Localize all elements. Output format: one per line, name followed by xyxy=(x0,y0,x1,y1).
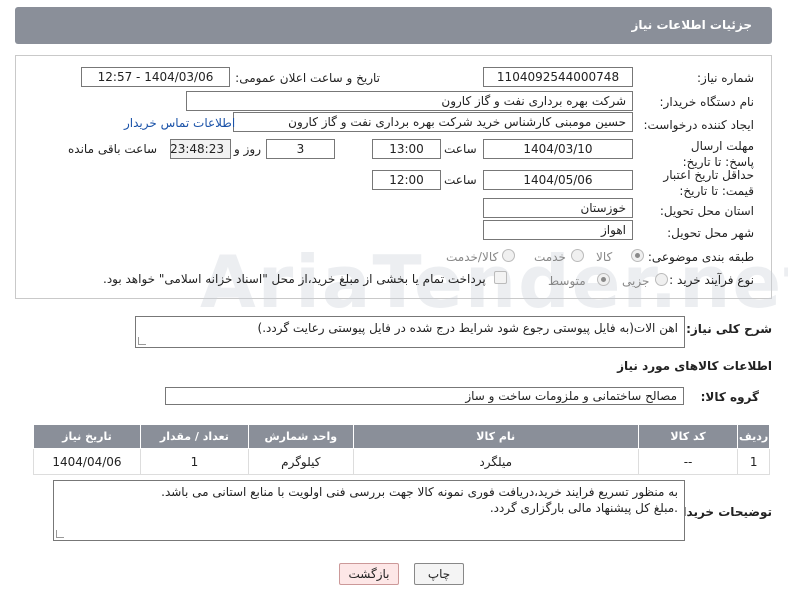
table-row: 1 -- میلگرد کیلوگرم 1 1404/04/06 xyxy=(33,448,770,475)
cell-need-date: 1404/04/06 xyxy=(33,448,141,475)
deadline-time-field: 13:00 xyxy=(372,139,441,159)
page-header: جزئیات اطلاعات نیاز xyxy=(15,7,772,44)
deadline-date-field: 1404/03/10 xyxy=(483,139,633,159)
city-field: اهواز xyxy=(483,220,633,240)
creator-label: ایجاد کننده درخواست: xyxy=(643,118,754,132)
remaining-time-field: 23:48:23 xyxy=(170,139,231,159)
column-header: نام کالا xyxy=(352,424,639,449)
price-validity-label: حداقل تاریخ اعتبار قیمت: تا تاریخ: xyxy=(663,168,754,198)
cell-quantity: 1 xyxy=(139,448,249,475)
process-radio-medium[interactable] xyxy=(597,273,610,286)
column-header: ردیف xyxy=(737,424,770,449)
goods-group-label: گروه کالا: xyxy=(700,390,759,404)
need-number-label: شماره نیاز: xyxy=(697,71,754,85)
announce-label: تاریخ و ساعت اعلان عمومی: xyxy=(235,71,380,85)
announce-field: 1404/03/06 - 12:57 xyxy=(81,67,230,87)
description-label: شرح کلی نیاز: xyxy=(686,322,772,336)
goods-group-field: مصالح ساختمانی و ملزومات ساخت و ساز xyxy=(165,387,684,405)
process-option-minor: جزیی xyxy=(622,274,650,288)
deadline-time-label: ساعت xyxy=(444,142,477,156)
buyer-notes-label: توضیحات خریدار: xyxy=(670,505,772,519)
goods-table-header: ردیف کد کالا نام کالا واحد شمارش تعداد /… xyxy=(33,424,770,449)
price-validity-time-field: 12:00 xyxy=(372,170,441,190)
remaining-label: ساعت باقی مانده xyxy=(68,142,158,156)
city-label: شهر محل تحویل: xyxy=(667,226,754,240)
buyer-org-label: نام دستگاه خریدار: xyxy=(659,95,755,109)
creator-field: حسین مومبنی کارشناس خرید شرکت بهره بردار… xyxy=(233,112,633,132)
process-radio-minor[interactable] xyxy=(655,273,668,286)
column-header: تعداد / مقدار xyxy=(139,424,249,449)
column-header: کد کالا xyxy=(637,424,739,449)
contact-info-link[interactable]: اطلاعات تماس خریدار xyxy=(124,116,235,130)
category-option-service: خدمت xyxy=(534,250,566,264)
need-number-field: 1104092544000748 xyxy=(483,67,633,87)
column-header: واحد شمارش xyxy=(247,424,354,449)
treasury-checkbox[interactable] xyxy=(494,271,507,284)
page-title: جزئیات اطلاعات نیاز xyxy=(631,18,752,32)
category-option-goods-service: کالا/خدمت xyxy=(446,250,499,264)
back-button[interactable]: بازگشت xyxy=(339,563,399,585)
print-button[interactable]: چاپ xyxy=(414,563,464,585)
deadline-label: مهلت ارسال پاسخ: تا تاریخ: xyxy=(682,139,754,169)
cell-unit: کیلوگرم xyxy=(247,448,354,475)
buyer-notes-line1: به منظور تسریع فرایند خرید،دریافت فوری ن… xyxy=(161,485,678,499)
description-text: اهن الات(به فایل پیوستی رجوع شود شرایط د… xyxy=(257,321,678,335)
payment-note: پرداخت تمام یا بخشی از مبلغ خرید،از محل … xyxy=(103,272,486,286)
buyer-org-field: شرکت بهره برداری نفت و گاز کارون xyxy=(186,91,633,111)
process-label: نوع فرآیند خرید : xyxy=(669,273,754,287)
province-label: استان محل تحویل: xyxy=(659,204,754,218)
cell-item-code: -- xyxy=(637,448,739,475)
column-header: تاریخ نیاز xyxy=(33,424,141,449)
category-radio-service[interactable] xyxy=(571,249,584,262)
category-option-goods: کالا xyxy=(596,250,613,264)
category-label: طبقه بندی موضوعی: xyxy=(647,250,754,264)
cell-item-name: میلگرد xyxy=(352,448,639,475)
cell-row-number: 1 xyxy=(737,448,770,475)
resize-handle[interactable] xyxy=(138,337,146,345)
goods-table: ردیف کد کالا نام کالا واحد شمارش تعداد /… xyxy=(33,424,770,475)
category-radio-goods-service[interactable] xyxy=(502,249,515,262)
resize-handle[interactable] xyxy=(56,530,64,538)
description-field: اهن الات(به فایل پیوستی رجوع شود شرایط د… xyxy=(135,316,685,348)
price-validity-date-field: 1404/05/06 xyxy=(483,170,633,190)
buyer-notes-field: به منظور تسریع فرایند خرید،دریافت فوری ن… xyxy=(53,480,685,541)
days-field: 3 xyxy=(266,139,335,159)
goods-section-title: اطلاعات کالاهای مورد نیاز xyxy=(617,359,772,373)
category-radio-goods[interactable] xyxy=(631,249,644,262)
buyer-notes-line2: .مبلغ کل پیشنهاد مالی بارگزاری گردد. xyxy=(489,501,678,515)
province-field: خوزستان xyxy=(483,198,633,218)
days-label: روز و xyxy=(234,142,261,156)
price-validity-time-label: ساعت xyxy=(444,173,477,187)
process-option-medium: متوسط xyxy=(548,274,586,288)
